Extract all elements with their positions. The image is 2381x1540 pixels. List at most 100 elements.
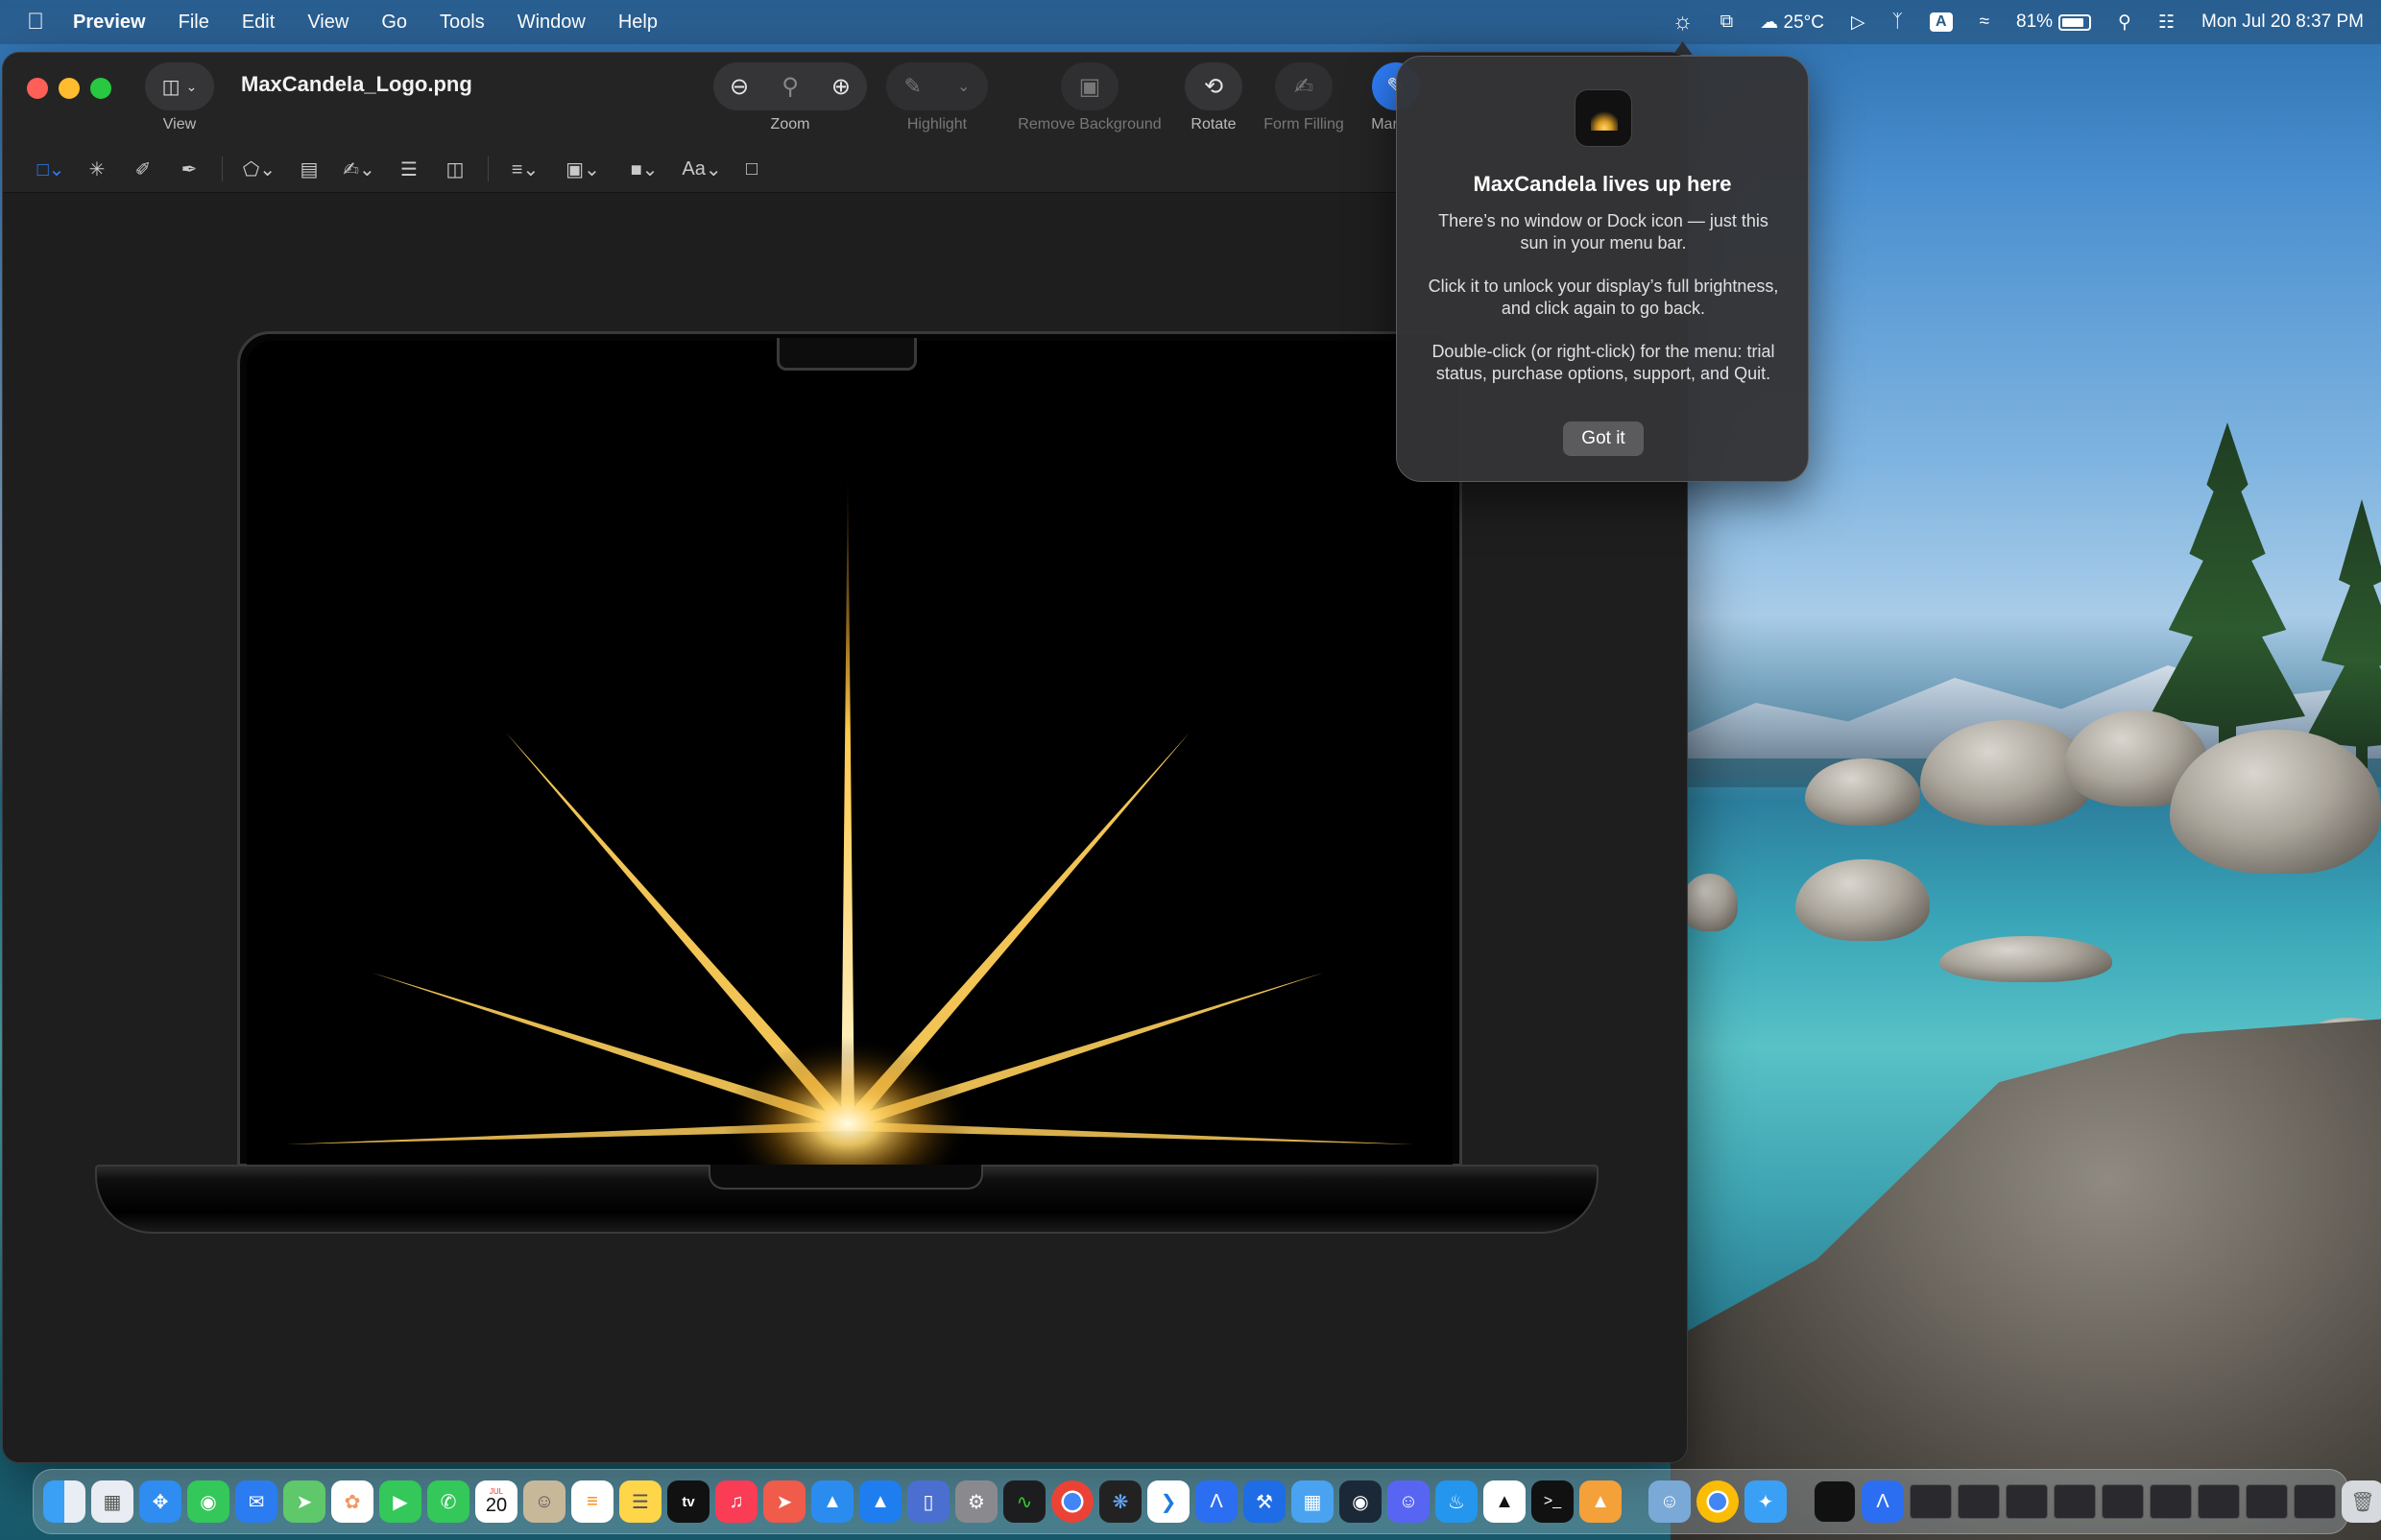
reminders-icon[interactable]: ≡ xyxy=(571,1480,613,1523)
messages-icon[interactable]: ◉ xyxy=(187,1480,229,1523)
instant-alpha-tool[interactable]: ✳ xyxy=(74,152,120,186)
apple-menu-icon[interactable]:  xyxy=(0,9,65,36)
terminal-icon[interactable]: >_ xyxy=(1531,1480,1574,1523)
tools-menu[interactable]: Tools xyxy=(423,12,501,34)
bluetooth-icon[interactable]: ᛉ xyxy=(1892,12,1903,33)
minimized-window-thumbnail[interactable] xyxy=(2054,1484,2096,1519)
steam-icon[interactable]: ◉ xyxy=(1339,1480,1382,1523)
minimized-window-thumbnail[interactable] xyxy=(1958,1484,2000,1519)
minimized-window-thumbnail[interactable] xyxy=(1910,1484,1952,1519)
annotate-tool[interactable]: □ xyxy=(729,152,775,186)
maps-icon[interactable]: ➤ xyxy=(283,1480,325,1523)
trash-icon[interactable]: 🗑 xyxy=(2342,1480,2381,1523)
minimized-window-thumbnail[interactable] xyxy=(2006,1484,2048,1519)
adjust-color-tool[interactable]: ☰ xyxy=(386,152,432,186)
facetime-icon[interactable]: ▶ xyxy=(379,1480,421,1523)
calendar-icon[interactable]: JUL 20 xyxy=(475,1480,517,1523)
border-color-tool[interactable]: ▣⌄ xyxy=(552,152,613,186)
got-it-button[interactable]: Got it xyxy=(1563,421,1644,456)
popover-title: MaxCandela lives up here xyxy=(1473,172,1732,196)
text-style-tool[interactable]: Aa ⌄ xyxy=(675,152,729,186)
finder-icon[interactable]: ☺ xyxy=(1648,1480,1691,1523)
draw-tool[interactable]: ✒ xyxy=(166,152,212,186)
davinci-resolve-icon[interactable]: ❋ xyxy=(1099,1480,1142,1523)
input-source-badge[interactable]: A xyxy=(1930,12,1953,32)
weather-widget[interactable]: ☁ 25°C xyxy=(1760,12,1824,34)
minimized-window-thumbnail[interactable] xyxy=(2150,1484,2192,1519)
signature-tool[interactable]: ✍⌄ xyxy=(332,152,386,186)
zoom-out-icon[interactable]: ⊖ xyxy=(730,73,749,101)
inkscape-icon[interactable]: ▲ xyxy=(1483,1480,1526,1523)
translator-icon[interactable]: Λ xyxy=(1862,1480,1904,1523)
photos-icon[interactable]: ✿ xyxy=(331,1480,373,1523)
mail-icon[interactable]: ✉ xyxy=(235,1480,277,1523)
app-store-icon[interactable]: ▲ xyxy=(811,1480,854,1523)
launchpad-icon[interactable]: ▦ xyxy=(91,1480,133,1523)
shape-style-tool[interactable]: ≡⌄ xyxy=(498,152,552,186)
screen-share-icon[interactable]: ⧉ xyxy=(1720,12,1734,33)
view-menu[interactable]: View xyxy=(291,12,365,34)
finder-icon[interactable] xyxy=(43,1480,85,1523)
window-close-button[interactable] xyxy=(27,78,48,99)
files-icon[interactable]: ▦ xyxy=(1291,1480,1334,1523)
menu-bar-clock[interactable]: Mon Jul 20 8:37 PM xyxy=(2201,12,2364,33)
apple-tv-icon[interactable]: tv xyxy=(667,1480,709,1523)
window-menu[interactable]: Window xyxy=(501,12,602,34)
file-menu[interactable]: File xyxy=(162,12,226,34)
chrome-icon[interactable] xyxy=(1051,1480,1094,1523)
text-box-tool[interactable]: ▤ xyxy=(286,152,332,186)
minimized-window-thumbnail[interactable] xyxy=(2102,1484,2144,1519)
maxcandela-app-icon xyxy=(1575,89,1632,147)
system-settings-icon[interactable]: ⚙ xyxy=(955,1480,998,1523)
maxcandela-sun-icon[interactable]: ☼ xyxy=(1672,9,1694,36)
highlight-button[interactable]: ✎ ⌄ xyxy=(886,62,988,110)
remove-background-button[interactable]: ▣ xyxy=(1061,62,1118,110)
instruments-icon[interactable]: ▲ xyxy=(859,1480,902,1523)
app-menu[interactable]: Preview xyxy=(65,12,162,34)
minimized-window-thumbnail[interactable] xyxy=(2246,1484,2288,1519)
xcode-icon[interactable]: ⚒ xyxy=(1243,1480,1286,1523)
chrome-icon[interactable] xyxy=(1696,1480,1739,1523)
sliders-icon: ☰ xyxy=(400,158,418,180)
actual-size-icon[interactable]: ⚲ xyxy=(782,73,799,101)
minimized-window-thumbnail[interactable] xyxy=(1814,1480,1856,1523)
window-minimize-button[interactable] xyxy=(59,78,80,99)
calendar-day: 20 xyxy=(485,1495,508,1516)
contacts-icon[interactable]: ☺ xyxy=(523,1480,565,1523)
adjust-size-tool[interactable]: ◫ xyxy=(432,152,478,186)
view-sidebar-button[interactable]: ◫ ⌄ xyxy=(145,62,214,110)
docker-icon[interactable]: ♨ xyxy=(1435,1480,1478,1523)
control-center-icon[interactable]: ☷ xyxy=(2158,12,2175,34)
minimized-window-thumbnail[interactable] xyxy=(2294,1484,2336,1519)
now-playing-icon[interactable]: ▷ xyxy=(1851,12,1865,34)
testflight-icon[interactable]: ✦ xyxy=(1744,1480,1787,1523)
activity-monitor-icon[interactable]: ∿ xyxy=(1003,1480,1046,1523)
zoom-in-icon[interactable]: ⊕ xyxy=(831,73,851,101)
battery-percentage: 81% xyxy=(2016,12,2054,32)
wifi-icon[interactable]: ≈ xyxy=(1980,12,1989,33)
document-title[interactable]: MaxCandela_Logo.png xyxy=(241,72,472,97)
music-icon[interactable]: ♫ xyxy=(715,1480,758,1523)
sketch-tool[interactable]: ✐ xyxy=(120,152,166,186)
spotlight-search-icon[interactable]: ⚲ xyxy=(2118,12,2131,34)
shapes-tool[interactable]: ⬠⌄ xyxy=(232,152,286,186)
form-filling-button[interactable]: ✍ xyxy=(1275,62,1333,110)
translator-icon[interactable]: Λ xyxy=(1195,1480,1238,1523)
discord-icon[interactable]: ☺ xyxy=(1387,1480,1430,1523)
safari-icon[interactable]: ✥ xyxy=(139,1480,181,1523)
rectangular-selection-tool[interactable]: □⌄ xyxy=(28,152,74,186)
window-zoom-button[interactable] xyxy=(90,78,111,99)
phone-icon[interactable]: ✆ xyxy=(427,1480,469,1523)
notes-icon[interactable]: ☰ xyxy=(619,1480,661,1523)
edit-menu[interactable]: Edit xyxy=(226,12,291,34)
rotate-button[interactable]: ⟲ xyxy=(1185,62,1242,110)
vscode-icon[interactable]: ❯ xyxy=(1147,1480,1190,1523)
rocket-app-icon[interactable]: ➤ xyxy=(763,1480,806,1523)
go-menu[interactable]: Go xyxy=(365,12,423,34)
battery-status[interactable]: 81% xyxy=(2016,12,2092,33)
minimized-window-thumbnail[interactable] xyxy=(2198,1484,2240,1519)
vlc-icon[interactable]: ▲ xyxy=(1579,1480,1622,1523)
fill-color-tool[interactable]: ■⌄ xyxy=(613,152,675,186)
help-menu[interactable]: Help xyxy=(602,12,674,34)
simulator-icon[interactable]: ▯ xyxy=(907,1480,950,1523)
